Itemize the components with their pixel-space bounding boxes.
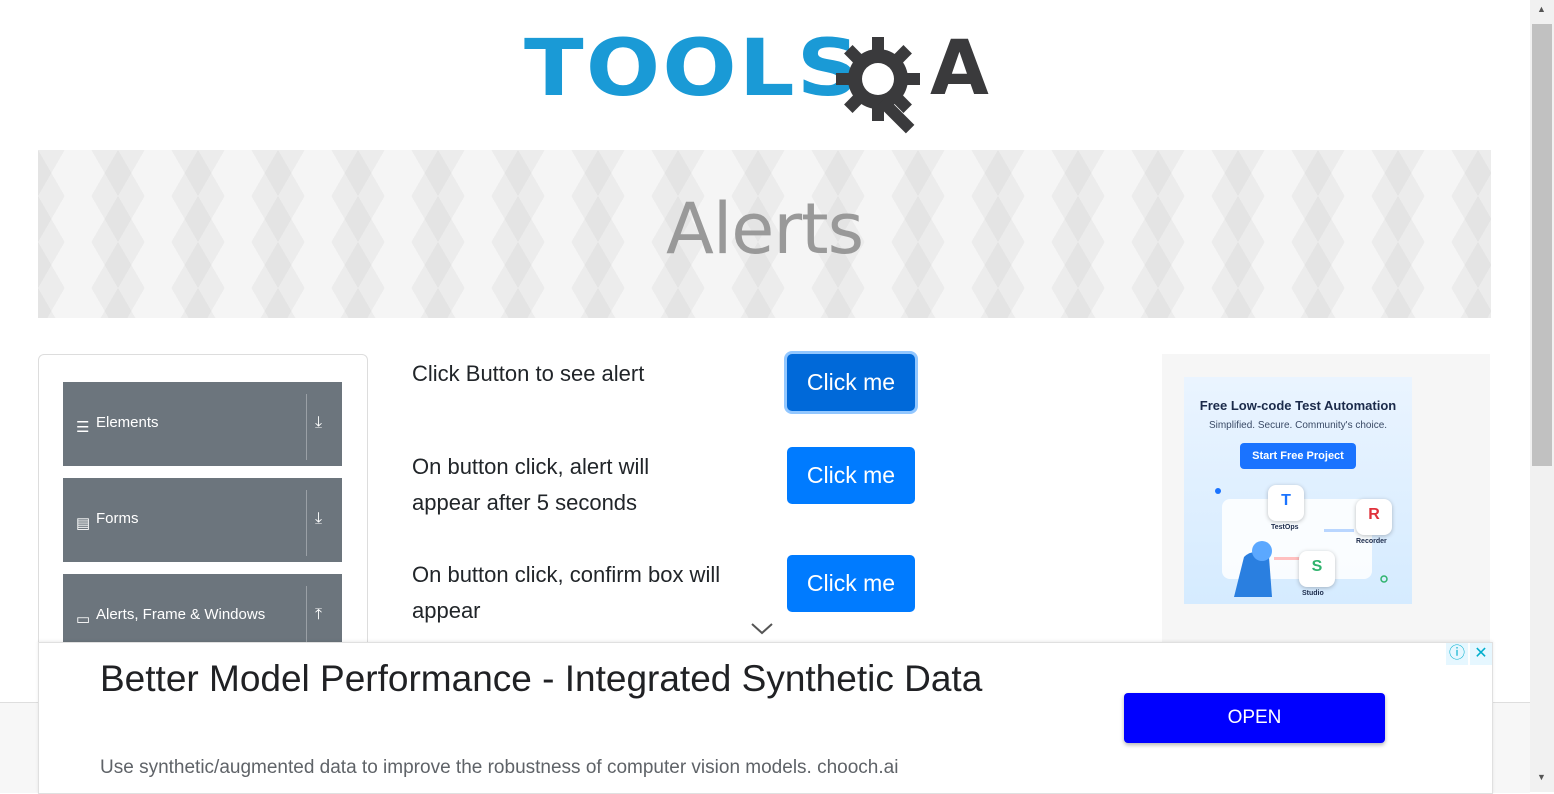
bottom-advertisement[interactable]: Better Model Performance - Integrated Sy… — [38, 642, 1493, 794]
sidebar: ☰ Elements ⤓ ▤ Forms ⤓ ▭ Alerts, Frame &… — [38, 354, 368, 656]
alert-button[interactable]: Click me — [787, 354, 915, 411]
ad-headline[interactable]: Better Model Performance - Integrated Sy… — [100, 655, 1040, 703]
sidebar-item-label: Elements — [96, 414, 159, 431]
recorder-icon: R — [1356, 499, 1392, 535]
timer-alert-row-text: On button click, alert will appear after… — [412, 454, 650, 515]
side-advertisement[interactable]: Free Low-code Test Automation Simplified… — [1162, 354, 1490, 644]
ad-title: Free Low-code Test Automation — [1199, 398, 1397, 413]
scrollbar-thumb[interactable] — [1532, 24, 1552, 466]
timer-alert-button[interactable]: Click me — [787, 447, 915, 504]
upload-arrow-icon: ⤒ — [315, 606, 323, 623]
sidebar-item-forms[interactable]: ▤ Forms ⤓ — [63, 478, 342, 562]
list-icon: ▤ — [76, 515, 91, 532]
testops-icon: T — [1268, 485, 1304, 521]
sidebar-item-label: Forms — [96, 510, 139, 527]
download-arrow-icon: ⤓ — [315, 510, 323, 527]
download-arrow-icon: ⤓ — [315, 414, 323, 431]
vertical-scrollbar[interactable]: ▲ ▼ — [1530, 0, 1554, 792]
scroll-down-icon[interactable]: ▼ — [1537, 772, 1546, 782]
logo-tools-text: TOOLS — [524, 24, 862, 114]
start-free-project-button[interactable]: Start Free Project — [1240, 443, 1356, 469]
window-icon: ▭ — [76, 611, 91, 628]
page-banner: Alerts — [38, 150, 1491, 318]
sidebar-item-label: Alerts, Frame & Windows — [96, 606, 266, 623]
recorder-label: Recorder — [1356, 538, 1387, 545]
toolsqa-logo[interactable]: TOOLS A — [524, 30, 1014, 138]
testops-label: TestOps — [1271, 524, 1299, 531]
alert-row-text: Click Button to see alert — [412, 361, 645, 386]
confirm-button[interactable]: Click me — [787, 555, 915, 612]
logo-a-text: A — [930, 23, 989, 112]
sidebar-item-elements[interactable]: ☰ Elements ⤓ — [63, 382, 342, 466]
divider — [306, 490, 307, 556]
studio-label: Studio — [1302, 590, 1324, 597]
scroll-up-icon[interactable]: ▲ — [1537, 4, 1546, 14]
ad-creative[interactable]: Free Low-code Test Automation Simplified… — [1184, 377, 1412, 604]
ad-description: Use synthetic/augmented data to improve … — [100, 757, 899, 778]
studio-icon: S — [1299, 551, 1335, 587]
gear-icon — [836, 37, 920, 134]
hamburger-icon: ☰ — [76, 419, 90, 436]
page-title: Alerts — [665, 188, 864, 270]
ad-info-icon[interactable]: ⓘ — [1446, 643, 1468, 665]
ad-subtitle: Simplified. Secure. Community's choice. — [1208, 420, 1388, 431]
divider — [306, 394, 307, 460]
ad-close-icon[interactable]: ✕ — [1470, 643, 1492, 665]
ad-open-button[interactable]: OPEN — [1124, 693, 1385, 743]
chevron-down-icon[interactable] — [750, 622, 774, 636]
confirm-row-text: On button click, confirm box will appear — [412, 562, 721, 623]
